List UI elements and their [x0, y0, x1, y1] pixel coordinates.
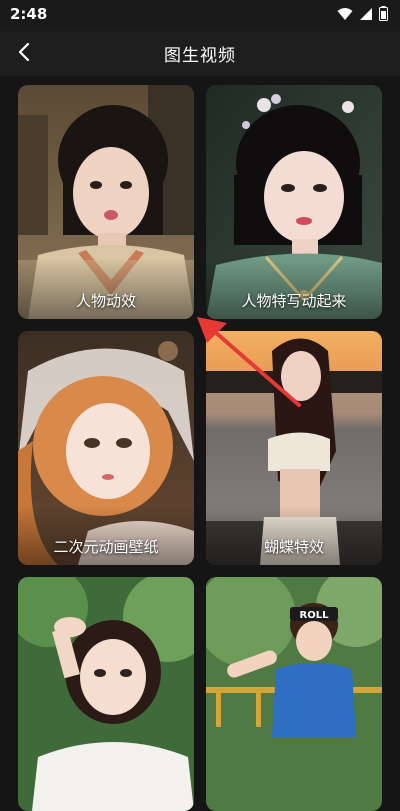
- template-card-6[interactable]: ROLL: [206, 577, 382, 811]
- headband-text: ROLL: [300, 610, 330, 621]
- battery-icon: [379, 6, 388, 21]
- card-caption: 人物动效: [75, 292, 136, 310]
- signal-icon: [360, 7, 372, 20]
- template-card-closeup-animate[interactable]: 人物特写动起来: [206, 85, 382, 319]
- card-image: [18, 577, 194, 811]
- annotation-arrow-icon: [197, 317, 301, 407]
- page-title: 图生视频: [164, 46, 236, 66]
- template-card-anime-wallpaper[interactable]: 二次元动画壁纸: [18, 331, 194, 565]
- nav-bar: 图生视频: [0, 28, 400, 76]
- card-caption: 二次元动画壁纸: [53, 538, 159, 556]
- status-bar: 2:48: [0, 0, 400, 28]
- template-card-character-motion[interactable]: 人物动效: [18, 85, 194, 319]
- status-icons: [337, 6, 388, 21]
- wifi-icon: [337, 7, 353, 20]
- card-image: ROLL: [206, 577, 382, 811]
- card-caption: 蝴蝶特效: [263, 538, 324, 556]
- template-card-5[interactable]: [18, 577, 194, 811]
- status-time: 2:48: [10, 5, 48, 23]
- card-caption: 人物特写动起来: [241, 292, 347, 310]
